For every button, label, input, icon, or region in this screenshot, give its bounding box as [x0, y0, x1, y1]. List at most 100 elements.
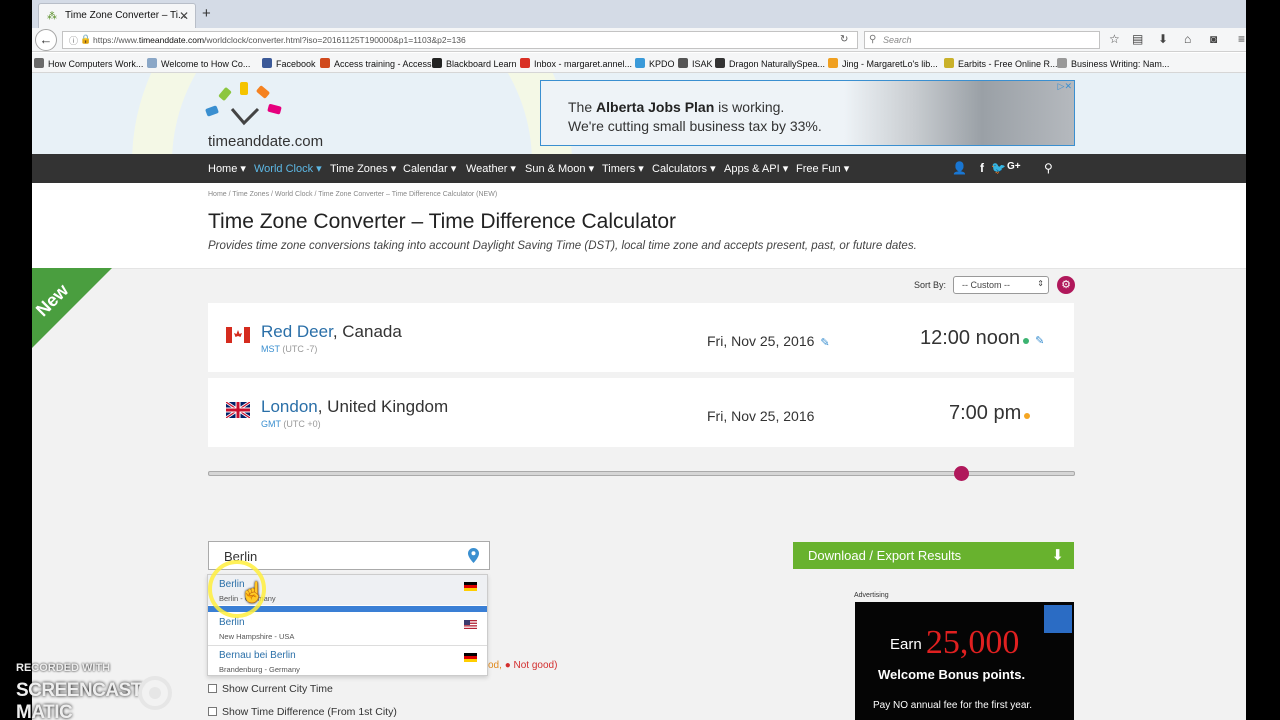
search-icon: ⚲ — [869, 34, 877, 45]
city-link[interactable]: London — [261, 397, 318, 416]
search-bar[interactable]: ⚲ Search — [864, 31, 1100, 49]
select-arrows-icon: ⇕ — [1037, 279, 1044, 288]
bookmark-item[interactable]: ISAK — [678, 58, 713, 69]
new-ribbon: New — [32, 268, 112, 348]
usa-flag-icon — [464, 620, 477, 629]
bookmark-item[interactable]: Business Writing: Nam... — [1057, 58, 1169, 69]
nav-home[interactable]: Home ▾ — [208, 162, 246, 175]
option-label: Show Current City Time — [222, 683, 333, 695]
time-slider-handle[interactable] — [954, 466, 969, 481]
new-tab-icon[interactable]: + — [202, 5, 211, 22]
screencast-watermark: RECORDED WITH SCREENCASTMATIC — [16, 660, 236, 720]
back-button[interactable]: ← — [35, 29, 57, 51]
tz-abbrev[interactable]: MST — [261, 344, 280, 354]
amex-ad[interactable]: Earn 25,000 Welcome Bonus points. Pay NO… — [855, 602, 1074, 720]
bookmark-item[interactable]: Access training - Access — [320, 58, 432, 69]
tab-title: Time Zone Converter – Ti... — [65, 10, 187, 21]
bookmark-favicon-icon — [520, 58, 530, 68]
bookmark-item[interactable]: Blackboard Learn — [432, 58, 517, 69]
bookmark-label: Inbox - margaret.annel... — [534, 59, 633, 69]
url-host: timeanddate.com — [138, 35, 205, 45]
legend-bad-text: Not good) — [513, 660, 558, 671]
bookmark-favicon-icon — [34, 58, 44, 68]
logo-mark-icon — [205, 82, 282, 126]
download-icon[interactable]: ⬇ — [1158, 32, 1168, 46]
nav-timers[interactable]: Timers ▾ — [602, 162, 644, 175]
nav-apps-api[interactable]: Apps & API ▾ — [724, 162, 788, 175]
url-bar[interactable]: ⓘ 🔒 https://www.timeanddate.com/worldclo… — [62, 31, 858, 49]
menu-icon[interactable]: ≡ — [1238, 32, 1245, 46]
page-title: Time Zone Converter – Time Difference Ca… — [208, 210, 677, 233]
pocket-icon[interactable]: ◙ — [1210, 32, 1217, 46]
nav-calculators[interactable]: Calculators ▾ — [652, 162, 716, 175]
bookmark-item[interactable]: How Computers Work... — [34, 58, 143, 69]
sort-select[interactable]: -- Custom -- ⇕ — [953, 276, 1049, 294]
location-pin-icon[interactable] — [468, 548, 479, 563]
bookmark-item[interactable]: KPDO — [635, 58, 675, 69]
reading-list-icon[interactable]: ▤ — [1132, 32, 1143, 46]
reload-icon[interactable]: ↻ — [840, 34, 848, 45]
suggestion-item[interactable]: Bernau bei Berlin Brandenburg - Germany — [208, 645, 487, 675]
facebook-icon[interactable]: f — [980, 161, 984, 175]
suggestion-item[interactable]: Berlin New Hampshire - USA — [208, 613, 487, 643]
nav-time-zones[interactable]: Time Zones ▾ — [330, 162, 396, 175]
bookmark-label: Jing - MargaretLo's lib... — [842, 59, 938, 69]
advertising-label: Advertising — [854, 592, 889, 599]
nav-world-clock[interactable]: World Clock ▾ — [254, 162, 322, 175]
evening-dot-icon — [1024, 413, 1031, 419]
utc-offset: (UTC -7) — [282, 344, 318, 354]
bookmark-item[interactable]: Welcome to How Co... — [147, 58, 250, 69]
time-slider-track[interactable] — [208, 471, 1075, 476]
nav-calendar[interactable]: Calendar ▾ — [403, 162, 456, 175]
bookmark-favicon-icon — [432, 58, 442, 68]
option-label: Show Time Difference (From 1st City) — [222, 706, 397, 718]
browser-tab[interactable]: ⁂ Time Zone Converter – Ti... ✕ — [38, 3, 196, 28]
ad-line2: We're cutting small business tax by 33%. — [568, 118, 822, 134]
ad-welcome-line: Welcome Bonus points. — [878, 667, 1026, 682]
google-plus-icon[interactable]: G+ — [1007, 161, 1021, 172]
ad-line1-bold: Alberta Jobs Plan — [596, 99, 715, 115]
settings-gear-button[interactable]: ⚙ — [1057, 276, 1075, 294]
site-search-icon[interactable]: ⚲ — [1044, 161, 1053, 175]
uk-flag-icon — [226, 402, 250, 418]
logo-text: timeanddate.com — [208, 133, 324, 150]
legend-ok-text: od, — [488, 660, 502, 671]
nav-sun-moon[interactable]: Sun & Moon ▾ — [525, 162, 594, 175]
timezone: GMT (UTC +0) — [261, 419, 321, 429]
breadcrumb[interactable]: Home / Time Zones / World Clock / Time Z… — [208, 191, 497, 198]
bookmark-star-icon[interactable]: ☆ — [1109, 32, 1120, 46]
edit-date-pencil-icon[interactable]: ✎ — [820, 337, 829, 349]
nav-weather[interactable]: Weather ▾ — [466, 162, 516, 175]
tz-abbrev[interactable]: GMT — [261, 419, 281, 429]
show-time-difference-option[interactable]: Show Time Difference (From 1st City) — [208, 706, 397, 718]
bookmark-label: Facebook — [276, 59, 316, 69]
lock-icon: 🔒 — [80, 34, 92, 44]
close-tab-icon[interactable]: ✕ — [179, 9, 189, 23]
bookmark-label: Earbits - Free Online R... — [958, 59, 1058, 69]
bookmark-label: KPDO — [649, 59, 675, 69]
city-name: Red Deer, Canada — [261, 322, 402, 342]
amex-logo-icon — [1044, 605, 1072, 633]
home-icon[interactable]: ⌂ — [1184, 32, 1191, 46]
twitter-icon[interactable]: 🐦 — [991, 161, 1006, 175]
edit-time-pencil-icon[interactable]: ✎ — [1035, 335, 1044, 347]
timezone: MST (UTC -7) — [261, 344, 317, 354]
alberta-ad-banner[interactable]: The Alberta Jobs Plan is working. We're … — [540, 80, 1075, 146]
bookmark-item[interactable]: Jing - MargaretLo's lib... — [828, 58, 938, 69]
adchoices-icon[interactable]: ▷✕ — [1058, 81, 1072, 92]
url-prefix: https://www. — [93, 35, 139, 45]
url-path: /worldclock/converter.html?iso=20161125T… — [204, 35, 466, 45]
user-icon[interactable]: 👤 — [952, 161, 967, 175]
bookmark-item[interactable]: Inbox - margaret.annel... — [520, 58, 632, 69]
country-name: , United Kingdom — [317, 397, 449, 416]
city-link[interactable]: Red Deer — [261, 322, 333, 341]
download-export-button[interactable]: Download / Export Results ⬇ — [793, 542, 1074, 569]
info-icon[interactable]: ⓘ — [69, 34, 78, 47]
bookmark-item[interactable]: Earbits - Free Online R... — [944, 58, 1058, 69]
site-logo[interactable]: timeanddate.com — [202, 77, 352, 152]
bookmark-item[interactable]: Facebook — [262, 58, 316, 69]
nav-free-fun[interactable]: Free Fun ▾ — [796, 162, 849, 175]
not-good-dot-icon: ● — [504, 660, 511, 671]
bookmark-item[interactable]: Dragon NaturallySpea... — [715, 58, 825, 69]
bookmark-favicon-icon — [635, 58, 645, 68]
